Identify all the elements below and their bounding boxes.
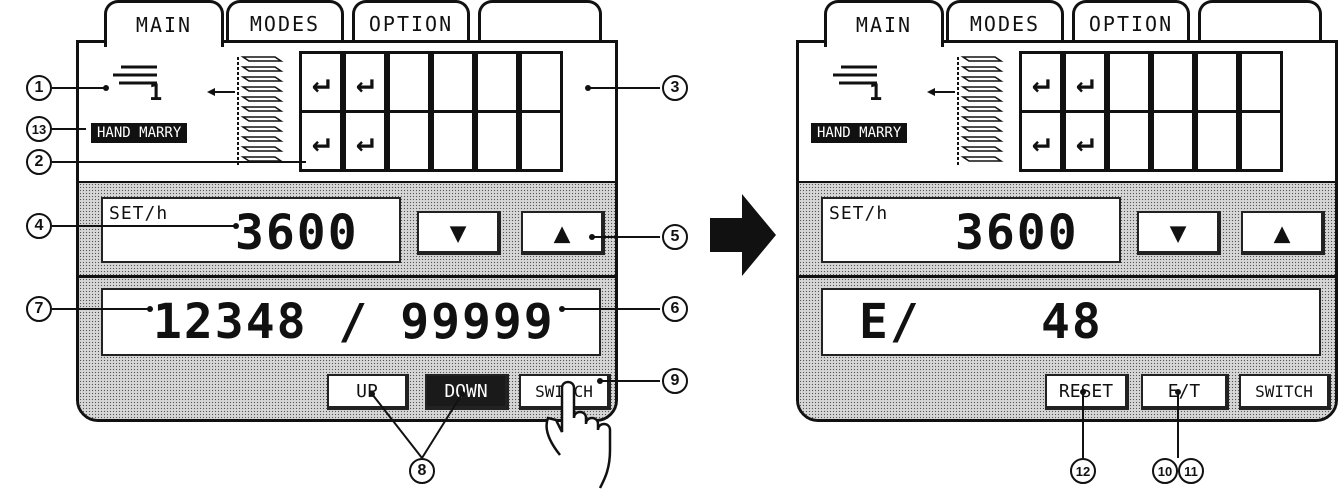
callout-12: 12 (1070, 458, 1096, 484)
callout-4: 4 (26, 213, 52, 239)
callout-9: 9 (662, 368, 688, 394)
callout-3: 3 (662, 75, 688, 101)
callout-6: 6 (662, 296, 688, 322)
hand-pointer-icon (545, 380, 612, 489)
tab-main[interactable]: MAIN (824, 0, 944, 47)
callout-7: 7 (26, 296, 52, 322)
callout-10: 10 (1152, 458, 1178, 484)
callout-8: 8 (409, 458, 435, 484)
callout-1: 1 (26, 75, 52, 101)
callout-11: 11 (1178, 458, 1204, 484)
callout-13: 13 (26, 116, 52, 142)
callout-5: 5 (662, 224, 688, 250)
callout-2: 2 (26, 149, 52, 175)
tab-main[interactable]: MAIN (104, 0, 224, 47)
